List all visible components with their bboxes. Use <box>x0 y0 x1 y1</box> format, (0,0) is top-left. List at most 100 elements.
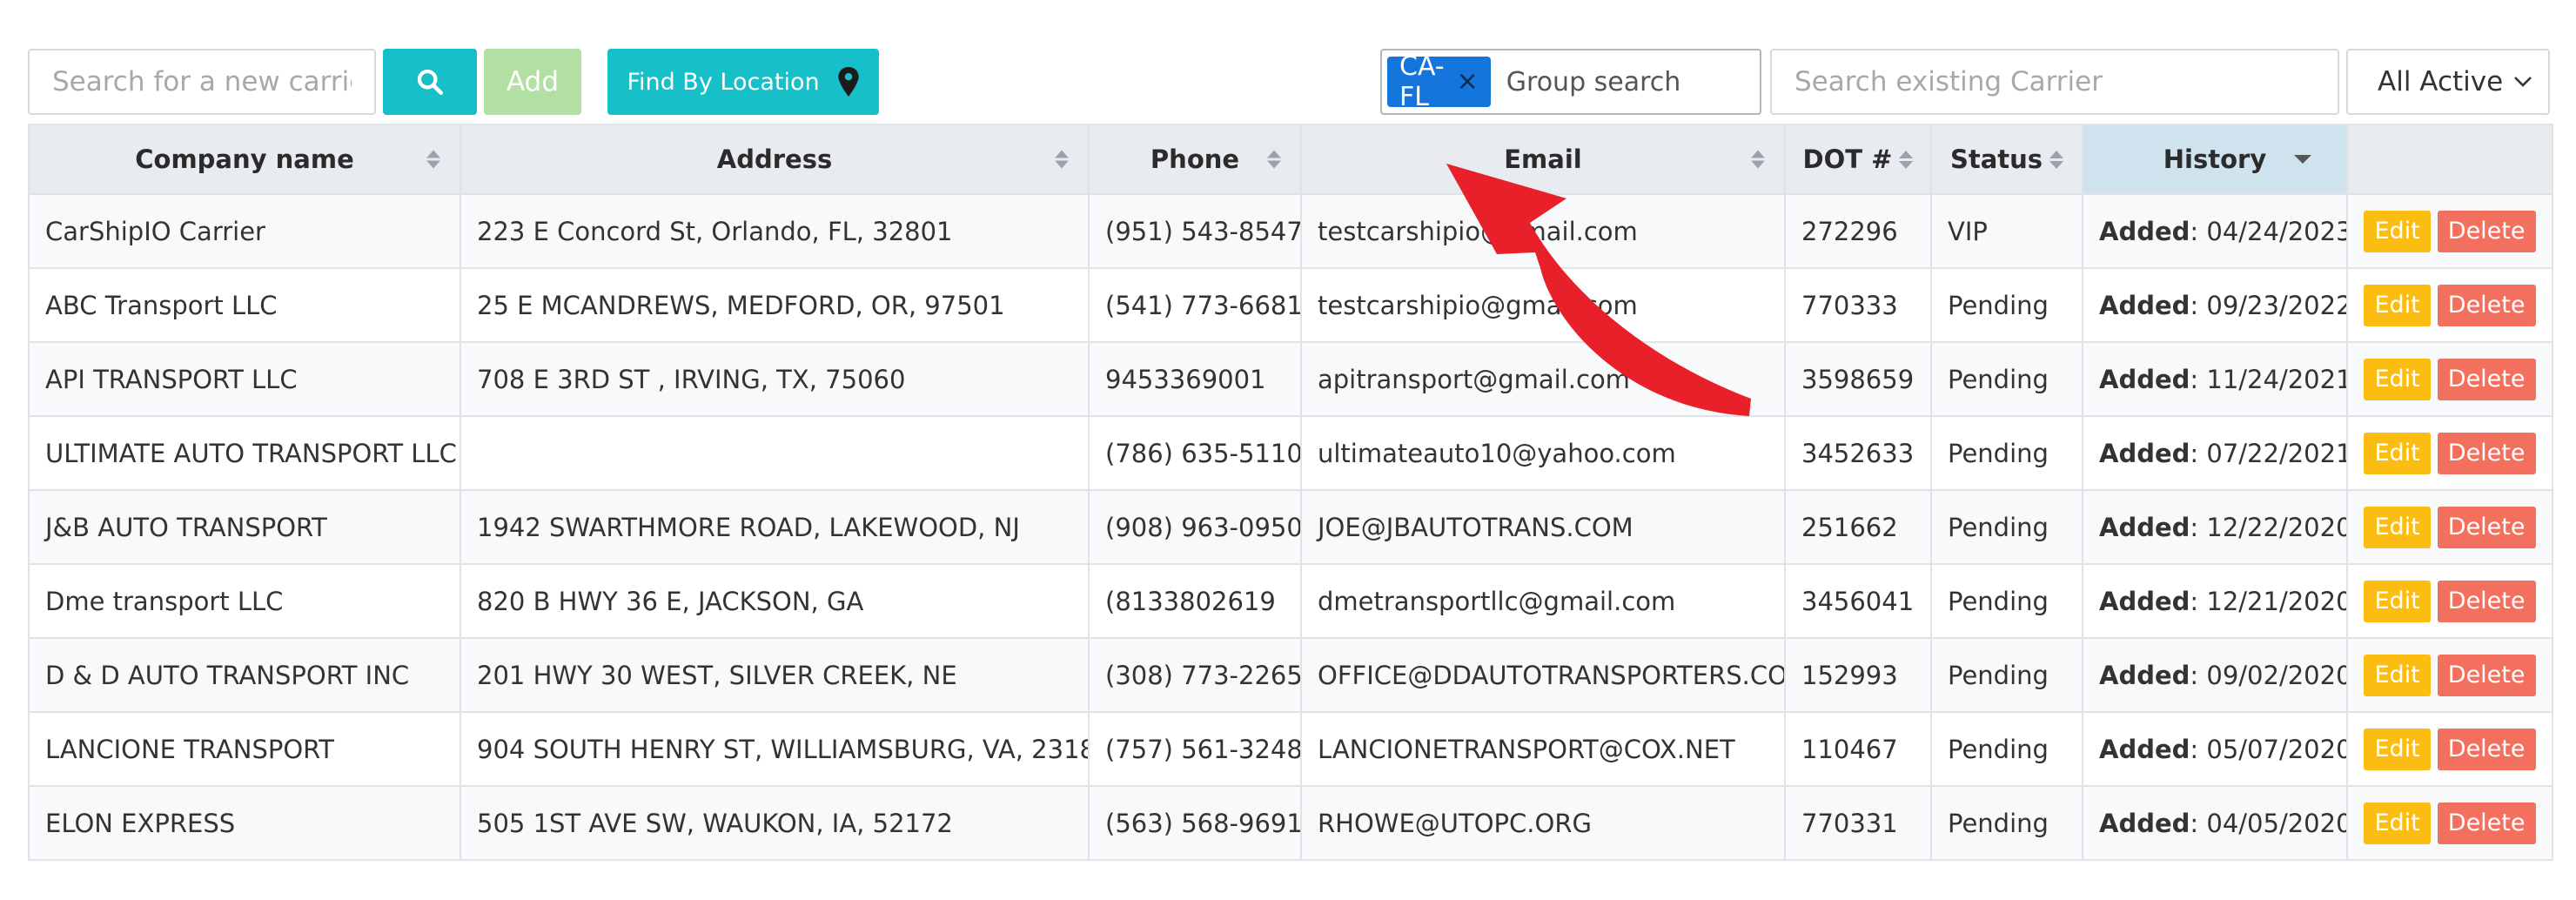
table-row: D & D AUTO TRANSPORT INC 201 HWY 30 WEST,… <box>28 637 2553 713</box>
col-header-email[interactable]: Email <box>1300 124 1786 195</box>
group-search-field[interactable]: CA-FL × <box>1380 49 1847 115</box>
delete-button[interactable]: Delete <box>2437 802 2536 844</box>
edit-button[interactable]: Edit <box>2364 654 2431 696</box>
cell-company: ULTIMATE AUTO TRANSPORT LLC <box>28 415 461 491</box>
history-added-label: Added <box>2099 660 2190 690</box>
edit-button[interactable]: Edit <box>2364 580 2431 622</box>
cell-company: D & D AUTO TRANSPORT INC <box>28 637 461 713</box>
delete-button[interactable]: Delete <box>2437 210 2536 252</box>
cell-dot: 251662 <box>1784 489 1932 565</box>
table-row: LANCIONE TRANSPORT 904 SOUTH HENRY ST, WI… <box>28 711 2553 787</box>
add-carrier-button[interactable]: Add <box>484 49 581 115</box>
col-header-history[interactable]: History <box>2082 124 2348 195</box>
cell-email: JOE@JBAUTOTRANS.COM <box>1300 489 1786 565</box>
cell-actions: Edit Delete <box>2346 267 2553 343</box>
table-row: API TRANSPORT LLC 708 E 3RD ST , IRVING, … <box>28 341 2553 417</box>
sort-arrows-icon[interactable] <box>2049 150 2064 169</box>
history-added-date: : 04/05/2020 <box>2190 808 2347 838</box>
history-added-label: Added <box>2099 216 2190 246</box>
cell-address: 904 SOUTH HENRY ST, WILLIAMSBURG, VA, 23… <box>460 711 1090 787</box>
col-header-label: Status <box>1949 144 2043 174</box>
sort-arrows-icon[interactable] <box>1267 150 1281 169</box>
history-added-date: : 04/24/2023 <box>2190 216 2347 246</box>
col-header-address[interactable]: Address <box>460 124 1090 195</box>
col-header-actions <box>2346 124 2553 195</box>
cell-history: Added: 05/07/2020 <box>2082 711 2348 787</box>
cell-status: Pending <box>1930 267 2083 343</box>
carrier-table: Company name Address Phone Email DOT # S… <box>28 124 2553 861</box>
edit-button[interactable]: Edit <box>2364 210 2431 252</box>
history-added-date: : 11/24/2021 <box>2190 364 2347 394</box>
cell-dot: 110467 <box>1784 711 1932 787</box>
history-added-date: : 12/22/2020 <box>2190 512 2347 542</box>
history-added-label: Added <box>2099 586 2190 616</box>
sort-desc-icon[interactable] <box>2294 155 2311 164</box>
status-filter-select[interactable]: All Active <box>2346 49 2550 115</box>
delete-button[interactable]: Delete <box>2437 654 2536 696</box>
cell-address: 505 1ST AVE SW, WAUKON, IA, 52172 <box>460 785 1090 861</box>
history-added-label: Added <box>2099 512 2190 542</box>
edit-button[interactable]: Edit <box>2364 284 2431 326</box>
col-header-status[interactable]: Status <box>1930 124 2083 195</box>
status-filter-value: All Active <box>2378 66 2504 97</box>
table-header-row: Company name Address Phone Email DOT # S… <box>28 124 2553 195</box>
chevron-down-icon <box>2514 77 2532 87</box>
delete-button[interactable]: Delete <box>2437 284 2536 326</box>
edit-button[interactable]: Edit <box>2364 358 2431 400</box>
delete-button[interactable]: Delete <box>2437 580 2536 622</box>
carrier-page: Add Find By Location CA-FL × All Active <box>0 0 2576 900</box>
edit-button[interactable]: Edit <box>2364 432 2431 474</box>
col-header-label: Phone <box>1150 144 1240 174</box>
edit-button[interactable]: Edit <box>2364 802 2431 844</box>
cell-company: LANCIONE TRANSPORT <box>28 711 461 787</box>
find-by-location-button[interactable]: Find By Location <box>607 49 879 115</box>
find-by-location-label: Find By Location <box>627 68 820 96</box>
cell-company: API TRANSPORT LLC <box>28 341 461 417</box>
delete-button[interactable]: Delete <box>2437 358 2536 400</box>
delete-button[interactable]: Delete <box>2437 728 2536 770</box>
cell-address: 201 HWY 30 WEST, SILVER CREEK, NE <box>460 637 1090 713</box>
cell-email: OFFICE@DDAUTOTRANSPORTERS.COM <box>1300 637 1786 713</box>
edit-button[interactable]: Edit <box>2364 728 2431 770</box>
delete-button[interactable]: Delete <box>2437 432 2536 474</box>
cell-phone: (8133802619 <box>1088 563 1302 639</box>
cell-dot: 3456041 <box>1784 563 1932 639</box>
history-added-date: : 07/22/2021 <box>2190 438 2347 468</box>
col-header-company[interactable]: Company name <box>28 124 461 195</box>
cell-phone: (786) 635-5110 <box>1088 415 1302 491</box>
magnifier-icon <box>417 69 444 96</box>
cell-history: Added: 04/24/2023 <box>2082 193 2348 269</box>
col-header-dot[interactable]: DOT # <box>1784 124 1932 195</box>
cell-company: Dme transport LLC <box>28 563 461 639</box>
sort-arrows-icon[interactable] <box>1751 150 1765 169</box>
sort-arrows-icon[interactable] <box>1055 150 1069 169</box>
table-row: ELON EXPRESS 505 1ST AVE SW, WAUKON, IA, … <box>28 785 2553 861</box>
cell-actions: Edit Delete <box>2346 341 2553 417</box>
cell-company: CarShipIO Carrier <box>28 193 461 269</box>
cell-history: Added: 12/21/2020 <box>2082 563 2348 639</box>
cell-history: Added: 09/02/2020 <box>2082 637 2348 713</box>
cell-status: Pending <box>1930 489 2083 565</box>
chip-remove-icon[interactable]: × <box>1457 69 1479 95</box>
col-header-label: Company name <box>135 144 354 174</box>
cell-actions: Edit Delete <box>2346 415 2553 491</box>
search-button[interactable] <box>383 49 477 115</box>
sort-arrows-icon[interactable] <box>426 150 440 169</box>
cell-status: VIP <box>1930 193 2083 269</box>
existing-carrier-search-input[interactable] <box>1770 49 2339 115</box>
delete-button[interactable]: Delete <box>2437 506 2536 548</box>
cell-address: 708 E 3RD ST , IRVING, TX, 75060 <box>460 341 1090 417</box>
history-added-label: Added <box>2099 290 2190 320</box>
col-header-phone[interactable]: Phone <box>1088 124 1302 195</box>
sort-arrows-icon[interactable] <box>1899 150 1914 169</box>
new-carrier-search-input[interactable] <box>28 49 376 115</box>
cell-email: testcarshipio@gmail.com <box>1300 267 1786 343</box>
cell-email: dmetransportllc@gmail.com <box>1300 563 1786 639</box>
table-body: CarShipIO Carrier 223 E Concord St, Orlan… <box>28 193 2553 861</box>
cell-history: Added: 12/22/2020 <box>2082 489 2348 565</box>
table-row: J&B AUTO TRANSPORT 1942 SWARTHMORE ROAD, … <box>28 489 2553 565</box>
cell-status: Pending <box>1930 637 2083 713</box>
edit-button[interactable]: Edit <box>2364 506 2431 548</box>
cell-phone: (951) 543-8547 <box>1088 193 1302 269</box>
col-header-label: Email <box>1504 144 1582 174</box>
